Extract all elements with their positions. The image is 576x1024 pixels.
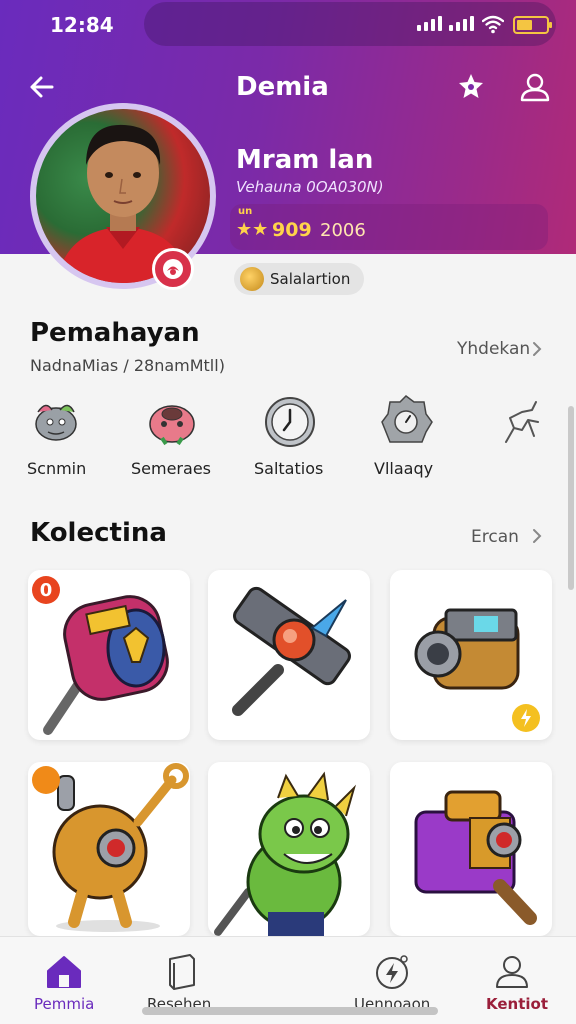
page-title: Demia: [236, 72, 329, 102]
collection-card[interactable]: [390, 762, 552, 936]
collection-card[interactable]: [208, 762, 370, 936]
status-bar: 12:84: [0, 0, 576, 52]
category-label: Scnmin: [27, 459, 87, 478]
chevron-right-icon[interactable]: [530, 527, 544, 545]
club-badge-icon: [152, 248, 194, 290]
chevron-right-icon[interactable]: [530, 340, 544, 358]
profile-score: 909: [272, 219, 312, 241]
collection-card[interactable]: 0: [28, 570, 190, 740]
bolt-badge-icon: [512, 704, 540, 732]
status-time: 12:84: [50, 13, 114, 37]
green-dragon-icon: [214, 771, 357, 936]
collection-card[interactable]: [390, 570, 552, 740]
see-all-collection-link[interactable]: Ercan: [471, 527, 519, 547]
toolbox-hammer-icon: [414, 790, 537, 925]
account-user-icon[interactable]: [516, 68, 554, 106]
rating-stars: ★★: [236, 219, 269, 240]
profile-name: Mram lan: [236, 145, 374, 175]
medal-icon: [240, 267, 264, 291]
clock-icon: [265, 397, 315, 447]
pig-creature-icon: [149, 405, 195, 446]
stats-label: un: [238, 206, 253, 217]
cellular-signal-2-icon: [449, 16, 474, 31]
lightning-circle-icon: [376, 955, 408, 989]
category-label: Semeraes: [131, 459, 211, 478]
creature-icon: [35, 404, 77, 441]
category-item[interactable]: Vllaaqy: [350, 388, 470, 488]
section-title-main: Pemahayan: [30, 318, 200, 348]
wifi-icon: [482, 15, 504, 34]
battery-icon: [513, 16, 552, 34]
nav-item-home[interactable]: Pemmia: [6, 937, 126, 1024]
nav-item-profile[interactable]: Kentiot: [452, 937, 572, 1024]
achievement-chip[interactable]: Salalartion: [234, 263, 365, 295]
item-badge-text: 0: [39, 579, 53, 601]
crystal-hammer-icon: [232, 586, 351, 716]
collection-card[interactable]: [208, 570, 370, 740]
profile-subtitle: Vehauna 0OA030N): [236, 178, 384, 196]
section-title-collection: Kolectina: [30, 518, 167, 548]
section-subtitle-main: NadnaMias / 28namMtll): [30, 356, 225, 375]
category-item[interactable]: Scnmin: [0, 388, 120, 488]
nav-label-profile: Kentiot: [486, 995, 548, 1013]
collection-card[interactable]: [28, 762, 190, 936]
category-item[interactable]: Saltatios: [234, 388, 354, 488]
profile-icon: [496, 956, 528, 988]
achievement-chip-label: Salalartion: [270, 270, 351, 288]
home-indicator: [142, 1007, 438, 1015]
category-label: Vllaaqy: [374, 459, 434, 478]
nav-label-home: Pemmia: [34, 995, 95, 1013]
home-icon: [47, 956, 81, 988]
book-icon: [169, 954, 195, 990]
runner-icon: [505, 401, 539, 443]
favorite-star-icon[interactable]: [452, 68, 490, 106]
gear-badge-icon: [381, 395, 433, 443]
profile-year: 2006: [320, 220, 366, 241]
category-item[interactable]: Semeraes: [118, 388, 238, 488]
category-row: Scnmin Semeraes Saltatios Vllaaqy: [0, 388, 576, 488]
battery-fill: [517, 20, 532, 30]
item-badge: 0: [32, 576, 60, 604]
category-label: Saltatios: [254, 459, 324, 478]
category-item[interactable]: [466, 388, 576, 488]
item-dot-badge: [32, 766, 60, 794]
see-all-main-link[interactable]: Yhdekan: [457, 339, 530, 359]
cellular-signal-icon: [417, 16, 442, 31]
back-arrow-icon[interactable]: [26, 70, 60, 104]
scrollbar-thumb[interactable]: [568, 406, 574, 590]
